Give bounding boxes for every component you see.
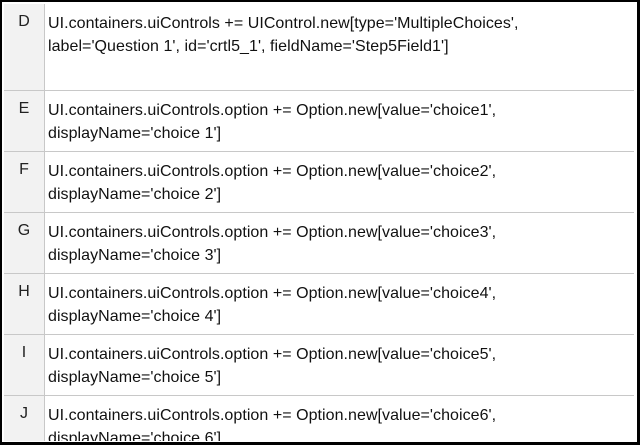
row-header[interactable]: F (4, 152, 45, 213)
row-header[interactable]: E (4, 91, 45, 152)
row-header[interactable]: I (4, 335, 45, 396)
table-cell[interactable]: UI.containers.uiControls.option += Optio… (45, 274, 634, 335)
spreadsheet-frame: D UI.containers.uiControls += UIControl.… (0, 0, 640, 445)
row-header[interactable]: J (4, 396, 45, 441)
spreadsheet-grid: D UI.containers.uiControls += UIControl.… (4, 4, 634, 441)
row-header[interactable]: D (4, 4, 45, 91)
table-cell[interactable]: UI.containers.uiControls.option += Optio… (45, 91, 634, 152)
table-cell[interactable]: UI.containers.uiControls.option += Optio… (45, 213, 634, 274)
table-cell[interactable]: UI.containers.uiControls.option += Optio… (45, 396, 634, 441)
table-cell[interactable]: UI.containers.uiControls.option += Optio… (45, 152, 634, 213)
row-header[interactable]: H (4, 274, 45, 335)
table-cell[interactable]: UI.containers.uiControls += UIControl.ne… (45, 4, 634, 91)
row-header[interactable]: G (4, 213, 45, 274)
table-cell[interactable]: UI.containers.uiControls.option += Optio… (45, 335, 634, 396)
